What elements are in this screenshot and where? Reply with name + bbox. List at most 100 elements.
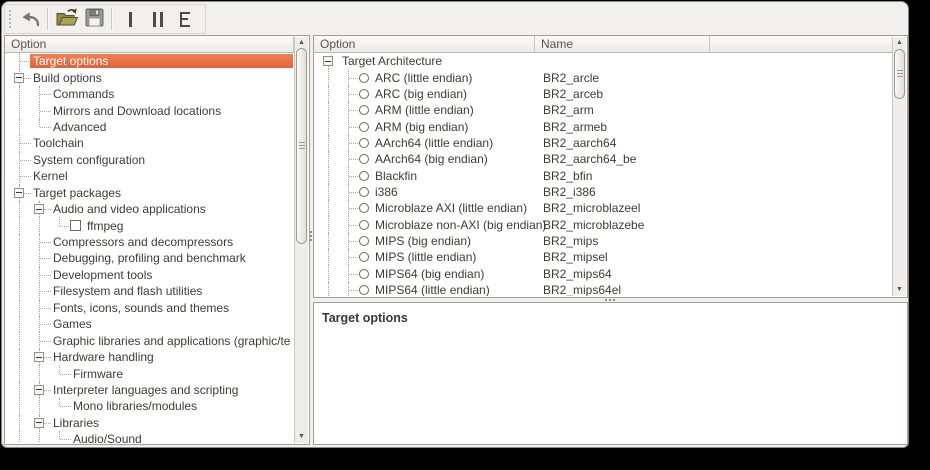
radio-icon[interactable] [359,187,369,197]
tree-row[interactable]: Graphic libraries and applications (grap… [10,332,293,348]
collapse-minus-icon[interactable] [14,188,24,198]
tree-row[interactable]: Mirrors and Download locations [10,102,293,118]
left-scrollbar[interactable]: ▲ ▼ [294,37,308,443]
help-panel: Target options [313,302,908,445]
expander[interactable] [10,69,30,85]
tree-row[interactable]: Microblaze AXI (little endian)BR2_microb… [319,200,891,216]
tree-guide [30,300,50,316]
tree-row[interactable]: System configuration [10,152,293,168]
radio-icon[interactable] [359,89,369,99]
expander[interactable] [30,415,50,431]
tree-row[interactable]: Mono libraries/modules [10,398,293,414]
collapse-minus-icon[interactable] [34,204,44,214]
collapse-minus-icon[interactable] [14,73,24,83]
open-button[interactable] [52,6,80,32]
radio-icon[interactable] [359,236,369,246]
column-header-option[interactable]: Option [5,36,294,52]
tree-row[interactable]: Target Architecture [319,53,891,69]
tree-row[interactable]: Firmware [10,365,293,381]
radio-icon[interactable] [359,154,369,164]
collapse-minus-icon[interactable] [34,418,44,428]
tree-row[interactable]: Audio and video applications [10,201,293,217]
tree-row[interactable]: ARM (big endian)BR2_armeb [319,118,891,134]
row-label: ARC (little endian) [372,71,891,85]
tree-guide [10,53,30,69]
radio-icon[interactable] [359,252,369,262]
tree-row[interactable]: Fonts, icons, sounds and themes [10,300,293,316]
tree-guide [319,102,339,118]
tree-row[interactable]: Games [10,316,293,332]
scroll-down-icon[interactable]: ▼ [893,285,906,295]
tree-row[interactable]: Filesystem and flash utilities [10,283,293,299]
tree-row[interactable]: i386BR2_i386 [319,184,891,200]
tree-row[interactable]: Target packages [10,185,293,201]
collapse-minus-icon[interactable] [34,352,44,362]
scrollbar-thumb[interactable] [894,49,905,99]
scroll-down-icon[interactable]: ▼ [295,432,308,442]
column-header-option[interactable]: Option [314,36,535,52]
radio-icon[interactable] [359,171,369,181]
tree-row[interactable]: Hardware handling [10,349,293,365]
tree-row[interactable]: Advanced [10,119,293,135]
radio-icon[interactable] [359,203,369,213]
tree-row[interactable]: MIPS (little endian)BR2_mipsel [319,249,891,265]
radio-icon[interactable] [359,269,369,279]
tree-guide [30,102,50,118]
tree-row[interactable]: Interpreter languages and scripting [10,382,293,398]
scrollbar-thumb[interactable] [296,48,307,244]
radio-icon[interactable] [359,73,369,83]
expander[interactable] [30,382,50,398]
tree-row[interactable]: Libraries [10,415,293,431]
symbol-name: BR2_mips [543,234,598,248]
tree-row[interactable]: Audio/Sound [10,431,293,443]
expander[interactable] [30,349,50,365]
symbol-name: BR2_bfin [543,169,592,183]
tree-row[interactable]: ARM (little endian)BR2_arm [319,102,891,118]
collapse-minus-icon[interactable] [323,56,333,66]
tree-row[interactable]: Commands [10,86,293,102]
tree-row[interactable]: Microblaze non-AXI (big endian)BR2_micro… [319,216,891,232]
tree-row[interactable]: MIPS64 (little endian)BR2_mips64el [319,282,891,296]
right-scrollbar[interactable]: ▲ ▼ [892,37,906,296]
tree-row[interactable]: MIPS (big endian)BR2_mips [319,233,891,249]
tree-guide [339,233,359,249]
single-view-button[interactable] [116,6,144,32]
radio-icon[interactable] [359,138,369,148]
tree-row[interactable]: BlackfinBR2_bfin [319,167,891,183]
tree-row[interactable]: Debugging, profiling and benchmark [10,250,293,266]
tree-guide [339,249,359,265]
tree-row[interactable]: Toolchain [10,135,293,151]
split-view-button[interactable] [144,6,172,32]
radio-icon[interactable] [359,285,369,295]
collapse-minus-icon[interactable] [34,385,44,395]
expander[interactable] [10,185,30,201]
tree-row[interactable]: Target options [10,53,293,69]
scroll-up-icon[interactable]: ▲ [295,38,308,48]
column-header-name[interactable]: Name [535,36,710,52]
undo-button[interactable] [16,6,44,32]
tree-guide [10,365,30,381]
tree-guide [10,119,30,135]
scroll-up-icon[interactable]: ▲ [893,38,906,48]
open-folder-icon [54,7,79,31]
tree-row[interactable]: ffmpeg [10,217,293,233]
expander[interactable] [30,201,50,217]
save-button[interactable] [80,6,108,32]
radio-icon[interactable] [359,220,369,230]
radio-icon[interactable] [359,122,369,132]
tree-row[interactable]: AArch64 (big endian)BR2_aarch64_be [319,151,891,167]
checkbox-icon[interactable] [70,220,81,231]
toolbar-drag-handle[interactable] [9,10,12,28]
tree-row[interactable]: AArch64 (little endian)BR2_aarch64 [319,135,891,151]
tree-row[interactable]: ARC (little endian)BR2_arcle [319,69,891,85]
tree-row[interactable]: MIPS64 (big endian)BR2_mips64 [319,265,891,281]
row-label: Filesystem and flash utilities [50,284,293,298]
expander[interactable] [319,53,339,69]
tree-row[interactable]: Build options [10,69,293,85]
tree-row[interactable]: Compressors and decompressors [10,234,293,250]
tree-row[interactable]: Development tools [10,267,293,283]
radio-icon[interactable] [359,105,369,115]
tree-row[interactable]: Kernel [10,168,293,184]
tree-row[interactable]: ARC (big endian)BR2_arceb [319,86,891,102]
full-view-button[interactable] [172,6,200,32]
